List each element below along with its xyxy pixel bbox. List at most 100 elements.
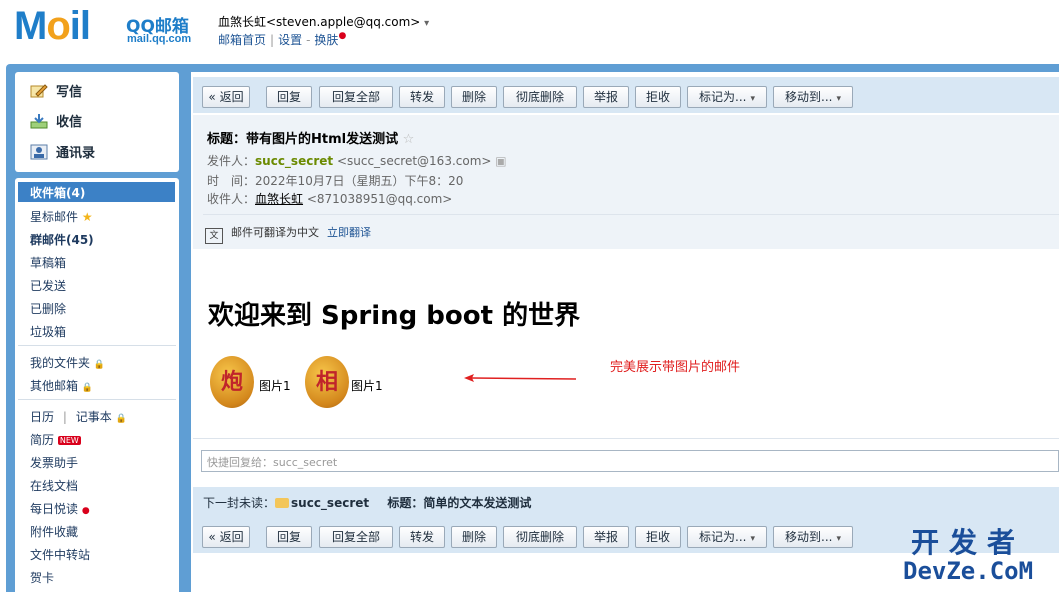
receive-button[interactable]: 收信: [30, 111, 82, 130]
next-unread[interactable]: 下一封未读： succ_secret 标题：简单的文本发送测试: [203, 494, 531, 511]
mail-time-row: 时 间：2022年10月7日（星期五）下午8：20: [207, 172, 463, 189]
chevron-down-icon: ▾: [424, 18, 430, 29]
subject-label: 标题：: [207, 132, 247, 147]
forward-button[interactable]: 转发: [399, 86, 445, 108]
skin-link[interactable]: 换肤: [314, 33, 338, 47]
chevron-down-icon: ▾: [750, 534, 755, 544]
logo-letter-m: M: [14, 4, 47, 48]
logo-domain: mail.qq.com: [127, 33, 192, 45]
qq-mail-logo[interactable]: Moil: [14, 4, 91, 49]
delete-button[interactable]: 删除: [451, 526, 497, 548]
skin-notification-dot-icon: ●: [338, 31, 347, 41]
chevron-down-icon: ▾: [836, 534, 841, 544]
back-button[interactable]: « 返回: [202, 526, 250, 548]
mark-as-label: 标记为...: [699, 90, 747, 104]
sidebar-item-deleted[interactable]: 已删除: [30, 300, 66, 317]
sidebar-item-other-mailboxes[interactable]: 其他邮箱 🔒: [30, 377, 93, 394]
reject-button[interactable]: 拒收: [635, 86, 681, 108]
sidebar-item-greeting-cards[interactable]: 贺卡: [30, 569, 54, 586]
sidebar-divider: [18, 399, 176, 400]
sidebar-item-attachments[interactable]: 附件收藏: [30, 523, 78, 540]
sidebar-item-spam[interactable]: 垃圾箱: [30, 323, 66, 340]
reply-button[interactable]: 回复: [266, 526, 312, 548]
inbox-label: 收件箱(4): [30, 186, 86, 200]
reply-all-button[interactable]: 回复全部: [319, 526, 393, 548]
watermark-line1: 开发者: [911, 526, 1026, 559]
translate-icon: 文: [205, 228, 223, 244]
logo-letters-il: il: [69, 4, 91, 48]
permanent-delete-button[interactable]: 彻底删除: [503, 86, 577, 108]
delete-button[interactable]: 删除: [451, 86, 497, 108]
star-outline-icon[interactable]: ☆: [403, 132, 415, 147]
settings-link[interactable]: 设置: [278, 33, 302, 47]
receive-label: 收信: [56, 115, 83, 130]
sidebar-item-daily-reading[interactable]: 每日悦读 ●: [30, 500, 90, 517]
recipient-name[interactable]: 血煞长虹: [255, 192, 303, 206]
mail-to-row: 收件人：血煞长虹 <871038951@qq.com>: [207, 190, 452, 207]
mark-as-dropdown[interactable]: 标记为... ▾: [687, 86, 767, 108]
chess-piece-image-2: 相: [305, 356, 349, 408]
chevron-down-icon: ▾: [750, 94, 755, 104]
notes-link[interactable]: 记事本: [76, 410, 112, 424]
reply-all-button[interactable]: 回复全部: [319, 86, 393, 108]
mail-home-link[interactable]: 邮箱首页: [218, 33, 266, 47]
back-button[interactable]: « 返回: [202, 86, 250, 108]
sidebar-item-online-docs[interactable]: 在线文档: [30, 477, 78, 494]
sender-address: <succ_secret@163.com>: [336, 154, 492, 168]
quick-reply-input[interactable]: 快捷回复给：succ_secret: [201, 450, 1059, 472]
user-account-menu[interactable]: 血煞长虹<steven.apple@qq.com> ▾: [218, 13, 429, 30]
mark-as-dropdown[interactable]: 标记为... ▾: [687, 526, 767, 548]
separator-dash: -: [306, 33, 311, 47]
add-contact-icon[interactable]: ▣: [495, 154, 506, 168]
compose-label: 写信: [56, 85, 83, 100]
lock-icon: 🔒: [115, 414, 127, 424]
move-to-dropdown[interactable]: 移动到... ▾: [773, 86, 853, 108]
sidebar-item-invoice-helper[interactable]: 发票助手: [30, 454, 78, 471]
user-display: 血煞长虹<steven.apple@qq.com>: [218, 15, 421, 29]
other-mailboxes-label: 其他邮箱: [30, 379, 79, 393]
reject-button[interactable]: 拒收: [635, 526, 681, 548]
pencil-icon: [30, 83, 48, 99]
my-folders-label: 我的文件夹: [30, 356, 91, 370]
watermark-line2: DevZe.CoM: [903, 557, 1034, 585]
contacts-button[interactable]: 通讯录: [30, 142, 95, 161]
sidebar-item-file-transfer[interactable]: 文件中转站: [30, 546, 90, 563]
mark-as-label: 标记为...: [699, 530, 747, 544]
report-button[interactable]: 举报: [583, 526, 629, 548]
translate-now-link[interactable]: 立即翻译: [327, 226, 371, 239]
inbox-download-icon: [30, 113, 48, 129]
translate-text: 邮件可翻译为中文: [231, 226, 319, 239]
mail-from-row: 发件人：succ_secret <succ_secret@163.com> ▣: [207, 152, 507, 169]
contacts-icon: [30, 144, 48, 160]
reply-button[interactable]: 回复: [266, 86, 312, 108]
sidebar-item-resume[interactable]: 简历 NEW: [30, 431, 81, 448]
from-label: 发件人：: [207, 154, 256, 168]
sender-name[interactable]: succ_secret: [255, 154, 333, 168]
new-badge: NEW: [57, 436, 81, 445]
sidebar-item-sent[interactable]: 已发送: [30, 277, 66, 294]
sidebar-item-starred[interactable]: 星标邮件 ★: [30, 208, 93, 225]
body-divider: [193, 438, 1059, 439]
to-label: 收件人：: [207, 192, 256, 206]
sidebar-item-group-mail[interactable]: 群邮件(45): [30, 231, 94, 248]
report-button[interactable]: 举报: [583, 86, 629, 108]
annotation-arrow-icon: [464, 374, 577, 382]
calendar-link[interactable]: 日历: [30, 410, 54, 424]
starred-label: 星标邮件: [30, 210, 79, 224]
next-unread-subject-label: 标题：: [387, 496, 424, 510]
sidebar-divider: [18, 345, 176, 346]
image-caption-1: 图片1: [259, 379, 291, 393]
subject-text: 带有图片的Html发送测试: [246, 132, 399, 147]
sidebar-item-my-folders[interactable]: 我的文件夹 🔒: [30, 354, 105, 371]
sidebar-item-calendar-notes: 日历 | 记事本 🔒: [30, 410, 127, 424]
forward-button[interactable]: 转发: [399, 526, 445, 548]
mail-time: 2022年10月7日（星期五）下午8：20: [255, 174, 464, 188]
sidebar-item-inbox[interactable]: 收件箱(4): [18, 182, 175, 202]
compose-button[interactable]: 写信: [30, 81, 82, 100]
permanent-delete-button[interactable]: 彻底删除: [503, 526, 577, 548]
quick-reply-placeholder: 快捷回复给：succ_secret: [207, 456, 338, 469]
sidebar-item-drafts[interactable]: 草稿箱: [30, 254, 66, 271]
move-to-dropdown[interactable]: 移动到... ▾: [773, 526, 853, 548]
mail-body-heading: 欢迎来到 Spring boot 的世界: [208, 301, 581, 331]
recipient-address: <871038951@qq.com>: [306, 192, 453, 206]
